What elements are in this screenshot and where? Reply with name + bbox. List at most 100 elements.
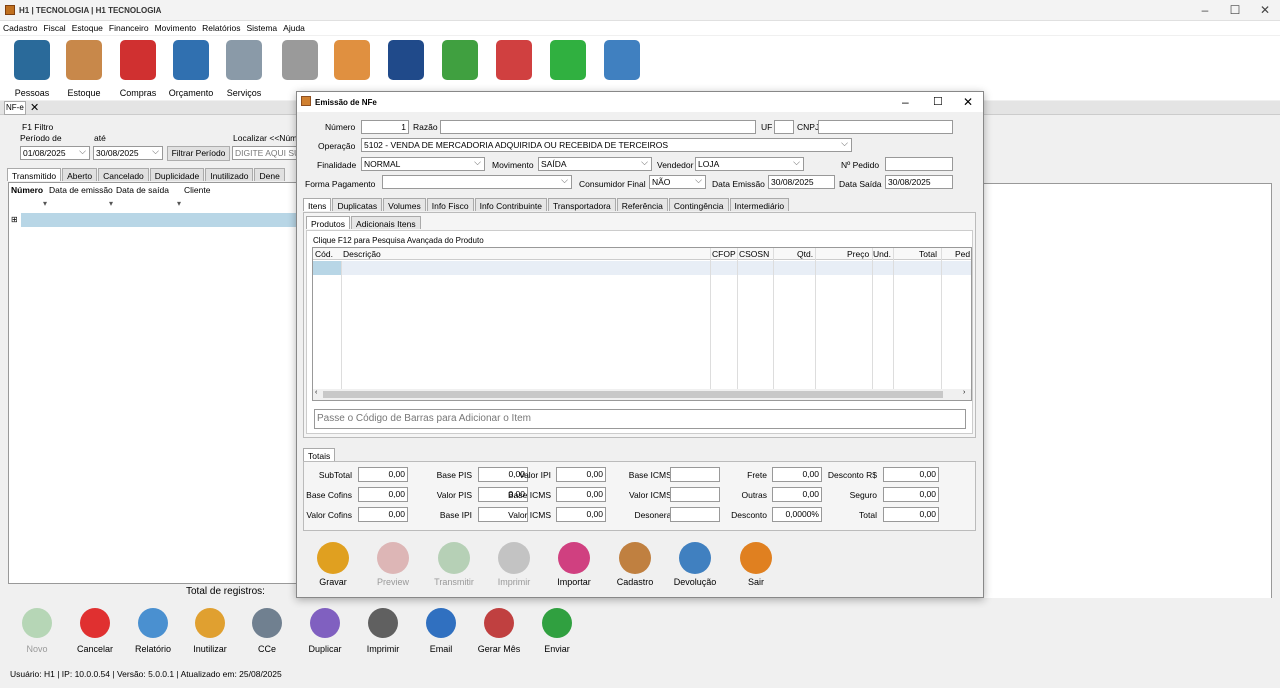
toolbar-button-usb[interactable] — [594, 36, 650, 98]
toolbar-button-register[interactable] — [272, 36, 328, 98]
col-qtd[interactable]: Qtd. — [797, 249, 813, 259]
toolbar-button-nfe[interactable] — [324, 36, 380, 98]
emissao-input[interactable]: 30/08/2025 — [768, 175, 835, 189]
filter-dropdown-icon[interactable]: ▾ — [43, 199, 47, 208]
seguro-input[interactable]: 0,00 — [883, 487, 939, 502]
cancelar-button[interactable]: Cancelar — [70, 598, 120, 656]
toolbar-button-money-book[interactable] — [378, 36, 434, 98]
toolbar-button-pessoas[interactable]: Pessoas — [4, 36, 60, 98]
col-saida[interactable]: Data de saída — [116, 185, 184, 197]
uf-input[interactable] — [774, 120, 794, 134]
desoneracao-input[interactable] — [670, 507, 720, 522]
operacao-select[interactable]: 5102 - VENDA DE MERCADORIA ADQUIRIDA OU … — [361, 138, 852, 152]
tab-info-contribuinte[interactable]: Info Contribuinte — [474, 198, 547, 211]
gravar-button[interactable]: Gravar — [309, 542, 357, 594]
razao-input[interactable] — [440, 120, 756, 134]
scroll-left-icon[interactable]: ‹ — [315, 389, 317, 396]
email-button[interactable]: Email — [416, 598, 466, 656]
toolbar-button-cash-out[interactable] — [486, 36, 542, 98]
finalidade-select[interactable]: NORMAL — [361, 157, 485, 171]
tab-duplicatas[interactable]: Duplicatas — [332, 198, 383, 211]
dialog-close-button[interactable]: ✕ — [963, 95, 973, 109]
outras-input[interactable]: 0,00 — [772, 487, 822, 502]
col-cfop[interactable]: CFOP — [712, 249, 736, 259]
desconto-r-input[interactable]: 0,00 — [883, 467, 939, 482]
toolbar-button-estoque[interactable]: Estoque — [56, 36, 112, 98]
expand-icon[interactable]: ⊞ — [11, 215, 18, 224]
sair-button[interactable]: Sair — [732, 542, 780, 594]
col-csosn[interactable]: CSOSN — [739, 249, 769, 259]
valor-icms-st-input[interactable] — [670, 487, 720, 502]
pedido-input[interactable] — [885, 157, 953, 171]
tab-intermediario[interactable]: Intermediário — [729, 198, 790, 211]
gerar-mes-button[interactable]: Gerar Mês — [474, 598, 524, 656]
col-total[interactable]: Total — [919, 249, 937, 259]
novo-button[interactable]: Novo — [12, 598, 62, 656]
movimento-select[interactable]: SAÍDA — [538, 157, 652, 171]
desconto-input[interactable]: 0,0000% — [772, 507, 822, 522]
valor-icms-input[interactable]: 0,00 — [556, 507, 606, 522]
devolucao-button[interactable]: Devolução — [671, 542, 719, 594]
date-to-input[interactable]: 30/08/2025 — [93, 146, 163, 160]
imprimir-button[interactable]: Imprimir — [358, 598, 408, 656]
filter-dropdown-icon[interactable]: ▾ — [109, 199, 113, 208]
close-button[interactable]: ✕ — [1250, 0, 1280, 20]
col-preco[interactable]: Preço — [847, 249, 869, 259]
col-ped[interactable]: Ped — [955, 249, 970, 259]
cnpj-input[interactable] — [818, 120, 953, 134]
date-from-input[interactable]: 01/08/2025 — [20, 146, 90, 160]
saida-input[interactable]: 30/08/2025 — [885, 175, 953, 189]
transmitir-button[interactable]: Transmitir — [430, 542, 478, 594]
table-row[interactable] — [21, 213, 297, 227]
table-row[interactable] — [341, 261, 971, 275]
tab-aberto[interactable]: Aberto — [62, 168, 98, 181]
valor-ipi-input[interactable]: 0,00 — [556, 467, 606, 482]
col-und[interactable]: Und. — [873, 249, 891, 259]
search-input[interactable]: DIGITE AQUI SU — [232, 146, 300, 160]
col-cod[interactable]: Cód. — [315, 249, 333, 259]
horizontal-scrollbar[interactable]: ‹ › — [313, 389, 971, 400]
subtab-produtos[interactable]: Produtos — [306, 216, 351, 229]
tab-cancelado[interactable]: Cancelado — [98, 168, 149, 181]
tab-info-fisco[interactable]: Info Fisco — [426, 198, 474, 211]
tab-duplicidade[interactable]: Duplicidade — [149, 168, 205, 181]
tab-itens[interactable]: Itens — [303, 198, 332, 211]
subtotal-input[interactable]: 0,00 — [358, 467, 408, 482]
menu-movimento[interactable]: Movimento — [152, 21, 200, 35]
base-icms-input[interactable]: 0,00 — [556, 487, 606, 502]
filter-dropdown-icon[interactable]: ▾ — [177, 199, 181, 208]
col-emissao[interactable]: Data de emissão — [49, 185, 116, 197]
tab-inutilizado[interactable]: Inutilizado — [205, 168, 254, 181]
scroll-right-icon[interactable]: › — [963, 389, 965, 396]
inutilizar-button[interactable]: Inutilizar — [185, 598, 235, 656]
filter-period-button[interactable]: Filtrar Período — [167, 146, 230, 161]
toolbar-button-whatsapp[interactable] — [540, 36, 596, 98]
table-row[interactable] — [313, 261, 341, 275]
barcode-input[interactable]: Passe o Código de Barras para Adicionar … — [314, 409, 966, 429]
toolbar-button-orcamento[interactable]: Orçamento — [163, 36, 219, 98]
cce-button[interactable]: CCe — [242, 598, 292, 656]
cadastro-button[interactable]: Cadastro — [611, 542, 659, 594]
subtab-adicionais-itens[interactable]: Adicionais Itens — [351, 216, 421, 229]
toolbar-button-servicos[interactable]: Serviços — [216, 36, 272, 98]
maximize-button[interactable]: ☐ — [1220, 0, 1250, 20]
col-numero[interactable]: Número — [9, 185, 49, 197]
preview-button[interactable]: Preview — [369, 542, 417, 594]
dialog-minimize-button[interactable]: – — [902, 95, 909, 109]
doc-tab-nfe[interactable]: NF-e — [4, 101, 26, 115]
menu-financeiro[interactable]: Financeiro — [106, 21, 152, 35]
tab-totais[interactable]: Totais — [303, 448, 336, 461]
numero-input[interactable]: 1 — [361, 120, 409, 134]
consumidor-select[interactable]: NÃO — [649, 175, 706, 189]
scrollbar-thumb[interactable] — [323, 391, 943, 398]
dialog-maximize-button[interactable]: ☐ — [933, 95, 943, 108]
tab-transportadora[interactable]: Transportadora — [547, 198, 616, 211]
minimize-button[interactable]: – — [1190, 0, 1220, 20]
tab-transmitido[interactable]: Transmitido — [7, 168, 62, 181]
menu-ajuda[interactable]: Ajuda — [280, 21, 308, 35]
menu-relatorios[interactable]: Relatórios — [199, 21, 243, 35]
relatorio-button[interactable]: Relatório — [128, 598, 178, 656]
tab-dene[interactable]: Dene — [254, 168, 285, 181]
vendedor-select[interactable]: LOJA — [695, 157, 804, 171]
base-cofins-input[interactable]: 0,00 — [358, 487, 408, 502]
